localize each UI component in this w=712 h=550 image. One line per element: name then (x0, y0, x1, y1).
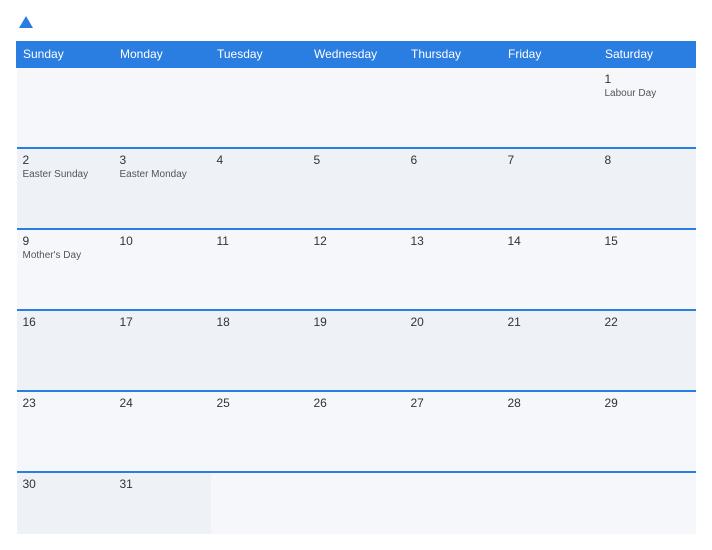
calendar-header (16, 16, 696, 29)
calendar-day-cell: 2 Easter Sunday (17, 148, 114, 229)
calendar-day-cell (405, 67, 502, 148)
day-number: 10 (120, 234, 205, 248)
day-number: 16 (23, 315, 108, 329)
day-number: 20 (411, 315, 496, 329)
day-number: 4 (217, 153, 302, 167)
calendar-day-cell: 29 (599, 391, 696, 472)
calendar-day-cell: 24 (114, 391, 211, 472)
calendar-week-row: 16 17 18 19 20 21 22 (17, 310, 696, 391)
day-number: 21 (508, 315, 593, 329)
calendar-day-cell (308, 67, 405, 148)
day-number: 17 (120, 315, 205, 329)
day-event-label: Labour Day (605, 88, 690, 99)
logo (16, 16, 35, 29)
calendar-day-cell: 7 (502, 148, 599, 229)
calendar-day-cell: 31 (114, 472, 211, 534)
calendar-day-cell: 9 Mother's Day (17, 229, 114, 310)
calendar-day-cell: 14 (502, 229, 599, 310)
day-number: 14 (508, 234, 593, 248)
calendar-day-cell: 21 (502, 310, 599, 391)
calendar-day-cell: 22 (599, 310, 696, 391)
calendar-day-cell: 4 (211, 148, 308, 229)
calendar-day-cell: 18 (211, 310, 308, 391)
day-number: 11 (217, 234, 302, 248)
day-number: 27 (411, 396, 496, 410)
calendar-week-row: 30 31 (17, 472, 696, 534)
day-event-label: Easter Sunday (23, 169, 108, 180)
day-number: 19 (314, 315, 399, 329)
calendar-week-row: 23 24 25 26 27 28 29 (17, 391, 696, 472)
calendar-day-cell: 8 (599, 148, 696, 229)
calendar-day-cell: 1 Labour Day (599, 67, 696, 148)
calendar-day-cell: 6 (405, 148, 502, 229)
day-number: 15 (605, 234, 690, 248)
day-number: 1 (605, 72, 690, 86)
day-number: 23 (23, 396, 108, 410)
weekday-header-row: SundayMondayTuesdayWednesdayThursdayFrid… (17, 42, 696, 68)
weekday-header-sunday: Sunday (17, 42, 114, 68)
calendar-day-cell: 12 (308, 229, 405, 310)
day-event-label: Easter Monday (120, 169, 205, 180)
day-number: 26 (314, 396, 399, 410)
calendar-day-cell (114, 67, 211, 148)
calendar-day-cell: 26 (308, 391, 405, 472)
day-number: 6 (411, 153, 496, 167)
calendar-day-cell (17, 67, 114, 148)
calendar-day-cell (211, 67, 308, 148)
calendar-day-cell: 20 (405, 310, 502, 391)
day-number: 3 (120, 153, 205, 167)
calendar-day-cell: 23 (17, 391, 114, 472)
calendar-day-cell: 30 (17, 472, 114, 534)
calendar-day-cell: 28 (502, 391, 599, 472)
day-number: 8 (605, 153, 690, 167)
day-number: 13 (411, 234, 496, 248)
calendar-day-cell: 5 (308, 148, 405, 229)
calendar-day-cell: 25 (211, 391, 308, 472)
calendar-day-cell: 13 (405, 229, 502, 310)
day-number: 5 (314, 153, 399, 167)
calendar-day-cell (405, 472, 502, 534)
weekday-header-friday: Friday (502, 42, 599, 68)
calendar-day-cell: 10 (114, 229, 211, 310)
calendar-day-cell (599, 472, 696, 534)
day-event-label: Mother's Day (23, 250, 108, 261)
calendar-day-cell: 16 (17, 310, 114, 391)
day-number: 22 (605, 315, 690, 329)
calendar-day-cell (502, 67, 599, 148)
calendar-week-row: 2 Easter Sunday 3 Easter Monday 45678 (17, 148, 696, 229)
day-number: 2 (23, 153, 108, 167)
day-number: 12 (314, 234, 399, 248)
weekday-header-thursday: Thursday (405, 42, 502, 68)
calendar-day-cell (211, 472, 308, 534)
logo-triangle-icon (19, 16, 33, 28)
calendar-table: SundayMondayTuesdayWednesdayThursdayFrid… (16, 41, 696, 534)
day-number: 18 (217, 315, 302, 329)
calendar-day-cell: 27 (405, 391, 502, 472)
calendar-day-cell (502, 472, 599, 534)
day-number: 24 (120, 396, 205, 410)
weekday-header-tuesday: Tuesday (211, 42, 308, 68)
calendar-day-cell: 11 (211, 229, 308, 310)
day-number: 7 (508, 153, 593, 167)
calendar-week-row: 1 Labour Day (17, 67, 696, 148)
day-number: 29 (605, 396, 690, 410)
weekday-header-wednesday: Wednesday (308, 42, 405, 68)
day-number: 25 (217, 396, 302, 410)
weekday-header-monday: Monday (114, 42, 211, 68)
calendar-day-cell (308, 472, 405, 534)
day-number: 30 (23, 477, 108, 491)
calendar-day-cell: 3 Easter Monday (114, 148, 211, 229)
calendar-day-cell: 15 (599, 229, 696, 310)
day-number: 31 (120, 477, 205, 491)
day-number: 28 (508, 396, 593, 410)
calendar-day-cell: 19 (308, 310, 405, 391)
weekday-header-saturday: Saturday (599, 42, 696, 68)
calendar-day-cell: 17 (114, 310, 211, 391)
day-number: 9 (23, 234, 108, 248)
calendar-week-row: 9 Mother's Day 10 11 12 13 14 15 (17, 229, 696, 310)
